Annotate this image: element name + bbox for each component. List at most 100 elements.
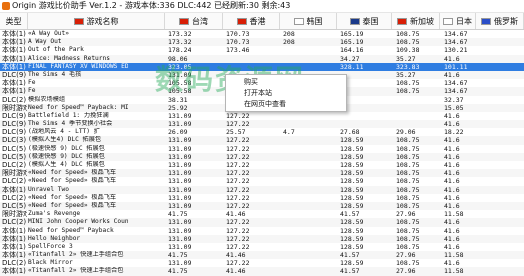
- menu-item-open[interactable]: 打开本站: [244, 88, 272, 98]
- cell-price: 134.67: [444, 38, 468, 47]
- col-header-japan[interactable]: 日本: [440, 13, 476, 29]
- cell-price: 18.22: [444, 128, 464, 137]
- col-header-korea[interactable]: 韩国: [280, 13, 337, 29]
- cell-game-name: Zuma's Revenge: [28, 210, 81, 218]
- cell-game-name: Alice: Madness Returns: [28, 54, 110, 62]
- cell-price: 108.75: [396, 201, 420, 210]
- cell-price: 108.75: [396, 38, 420, 47]
- cell-game-name: «A Way Out»: [28, 30, 69, 37]
- cell-price: 170.73: [226, 30, 250, 38]
- table-row[interactable]: 限时游戏(1)Zuma's Revenge 41.75 41.46 41.57 27.9…: [0, 210, 524, 218]
- table-row[interactable]: DLC(9) Battlefield 1: 力挽狂澜 131.09 127.22 41.…: [0, 112, 524, 120]
- cell-price: 170.73: [226, 38, 250, 47]
- cell-price: 131.09: [168, 161, 192, 169]
- cell-price: 11.58: [444, 251, 464, 260]
- cell-price: 208: [283, 38, 295, 47]
- cell-price: 127.22: [226, 177, 250, 186]
- table-row[interactable]: DLC(2) «Need for Speed» 极品飞车 131.09 127.22 1…: [0, 177, 524, 185]
- cell-price: 108.75: [396, 193, 420, 202]
- cell-type: 本体(1): [2, 38, 26, 47]
- cell-price: 108.75: [396, 136, 420, 145]
- menu-item-buy[interactable]: 购买: [244, 77, 258, 87]
- cell-price: 127.22: [226, 152, 250, 161]
- cell-type: 本体(1): [2, 234, 26, 243]
- cell-game-name: Black Mirror: [28, 259, 73, 267]
- cell-price: 108.75: [396, 144, 420, 153]
- col-header-name[interactable]: 游戏名称: [28, 13, 165, 29]
- cell-price: 41.75: [168, 251, 188, 260]
- col-header-singapore[interactable]: 新加坡: [392, 13, 440, 29]
- table-row[interactable]: 本体(1) SpellForce 3 131.09 127.22 128.59 108.7…: [0, 243, 524, 251]
- cell-price: 128.59: [340, 161, 364, 169]
- cell-price: 41.6: [444, 242, 460, 251]
- cell-price: 127.22: [226, 144, 250, 153]
- title-bar: Origin 游戏比价助手 Ver.1.2 - 游戏本体:336 DLC:442…: [0, 0, 524, 13]
- table-row[interactable]: 本体(1) Out of the Park 178.24 173.46 164.16 10…: [0, 46, 524, 54]
- sg-flag-icon: [397, 17, 407, 25]
- cell-price: 127.22: [226, 201, 250, 210]
- table-row[interactable]: 本体(1) «Titanfall 2» 快速上手组合包 41.75 41.46 41.5…: [0, 251, 524, 260]
- cell-price: 41.6: [444, 70, 460, 79]
- cell-game-name: (战地风云 4 - LTT) 扩: [28, 128, 100, 136]
- table-row[interactable]: 限时游戏(1)«Need for Speed» 极品飞车 131.09 127.22…: [0, 169, 524, 178]
- table-row[interactable]: DLC(5) (极速快感 9) DLC 拓展包 131.09 127.22 128.59…: [0, 145, 524, 153]
- cell-type: DLC(2): [2, 259, 27, 268]
- table-row[interactable]: DLC(5) «Need for Speed» 极品飞车 131.09 127.22 1…: [0, 201, 524, 211]
- cell-price: 134.67: [444, 87, 468, 96]
- cell-price: 109.38: [396, 46, 420, 55]
- cell-price: 128.59: [340, 152, 364, 161]
- cell-game-name: Unravel Two: [28, 185, 69, 193]
- cell-price: 127.22: [226, 218, 250, 227]
- cell-type: 本体(1): [2, 46, 26, 55]
- table-row[interactable]: DLC(5) (极速快感 9) DLC 拓展包 131.09 127.22 128.59…: [0, 152, 524, 161]
- cell-price: 34.27: [340, 54, 360, 63]
- col-header-russia[interactable]: 俄罗斯: [476, 13, 524, 29]
- cell-type: 本体(1): [2, 185, 26, 194]
- table-row[interactable]: 本体(1) Unravel Two 131.09 127.22 128.59 108.75…: [0, 185, 524, 194]
- table-row[interactable]: DLC(2) MINI John Cooper Works Count 131.09…: [0, 218, 524, 227]
- cell-type: 本体(1): [2, 251, 26, 260]
- cell-type: DLC(3): [2, 136, 27, 145]
- cell-price: 127.22: [226, 161, 250, 169]
- cell-price: 108.75: [396, 169, 420, 178]
- cell-game-name: «Need for Speed» 极品飞车: [28, 193, 117, 201]
- col-header-taiwan[interactable]: 台湾: [165, 13, 223, 29]
- cell-price: 165.19: [340, 38, 364, 47]
- cell-price: 108.75: [396, 161, 420, 169]
- cell-price: 32.37: [444, 95, 464, 104]
- cell-type: 本体(1): [2, 242, 26, 251]
- table-row[interactable]: 本体(1) Need for Speed™ Payback 131.09 127.22…: [0, 227, 524, 235]
- cell-type: DLC(2): [2, 218, 27, 227]
- cell-type: DLC(5): [2, 152, 27, 161]
- table-row[interactable]: DLC(3) (模拟人生4) DLC 拓展包 131.09 127.22 128.59 1…: [0, 136, 524, 145]
- col-header-hongkong[interactable]: 香港: [223, 13, 280, 29]
- cell-price: 41.6: [444, 177, 460, 186]
- table-row[interactable]: DLC(2) (模拟人生 4) DLC 拓展包 131.09 127.22 128.59…: [0, 161, 524, 169]
- cell-price: 128.59: [340, 144, 364, 153]
- table-row[interactable]: DLC(2) Black Mirror 131.09 127.22 128.59 108.…: [0, 259, 524, 267]
- table-row[interactable]: DLC(9) The Sims 4 季节变换小社会 131.09 127.22 41.6: [0, 120, 524, 129]
- cn-flag-icon: [73, 17, 84, 25]
- cell-price: 41.6: [444, 226, 460, 235]
- menu-item-view-web[interactable]: 在网页中查看: [244, 99, 286, 109]
- cell-price: 108.75: [396, 152, 420, 161]
- table-row[interactable]: 本体(1) A Way Out 173.32 170.73 208 165.19 108.7…: [0, 38, 524, 47]
- cell-type: 限时游戏(1): [2, 169, 27, 178]
- jp-flag-icon: [443, 17, 453, 25]
- table-row[interactable]: 本体(1) «A Way Out» 173.32 170.73 208 165.19 108…: [0, 30, 524, 38]
- cell-price: 41.6: [444, 144, 460, 153]
- context-menu: 购买 打开本站 在网页中查看: [225, 74, 347, 112]
- cell-price: 128.59: [340, 242, 364, 251]
- table-row[interactable]: 本体(1) Hello Neighbor 131.09 127.22 128.59 108…: [0, 234, 524, 243]
- table-row[interactable]: DLC(2) «Need for Speed» 极品飞车 131.09 127.22 1…: [0, 194, 524, 202]
- cell-type: DLC(9): [2, 128, 27, 137]
- col-header-type[interactable]: 类型: [0, 13, 28, 29]
- table-row[interactable]: DLC(9) (战地风云 4 - LTT) 扩 26.09 25.57 4.7 27.68…: [0, 128, 524, 136]
- table-header: 类型 游戏名称 台湾 香港 韩国 泰国 新加坡 日本 俄罗斯: [0, 13, 524, 30]
- cell-game-name: (极速快感 9) DLC 拓展包: [28, 152, 105, 160]
- cell-game-name: MINI John Cooper Works Count: [28, 218, 128, 226]
- cell-price: 41.6: [444, 136, 460, 145]
- cell-type: 本体(1): [2, 30, 26, 38]
- col-header-thailand[interactable]: 泰国: [337, 13, 392, 29]
- cell-price: 27.96: [396, 251, 416, 260]
